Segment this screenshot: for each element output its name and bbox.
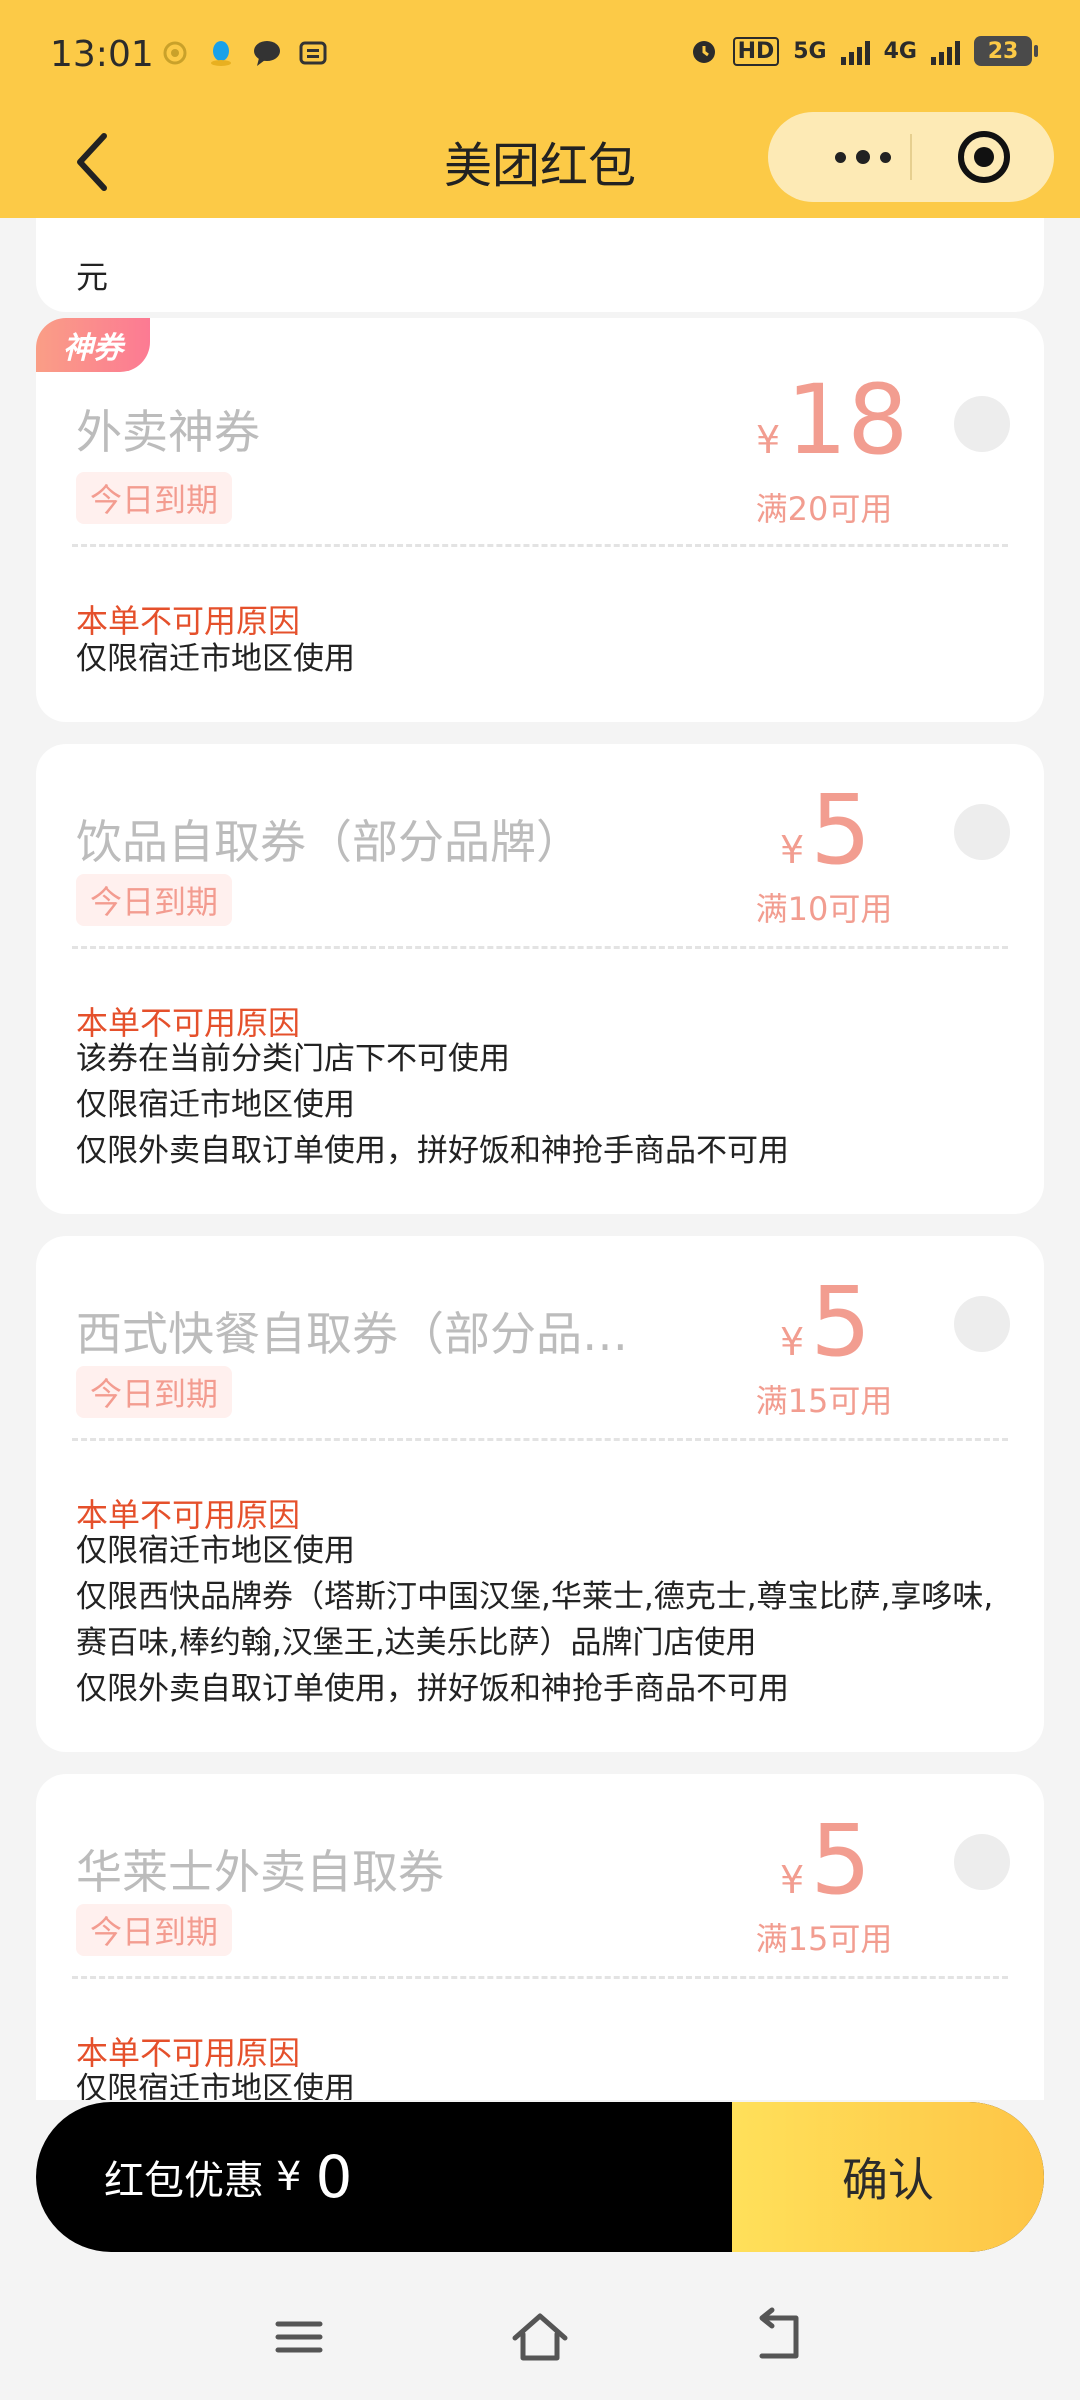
- coupon-condition: 满15可用: [755, 1920, 893, 1958]
- previous-coupon-card: 元: [36, 218, 1044, 312]
- top-bar: 13:01 HD 5G 4G 23 美团红包: [0, 0, 1080, 218]
- coupon-currency: ¥: [780, 828, 805, 872]
- reason-text: 仅限西快品牌券（塔斯汀中国汉堡,华莱士,德克士,尊宝比萨,享哆味,赛百味,棒约翰…: [76, 1579, 994, 1661]
- coupon-expire-badge: 今日到期: [76, 874, 233, 926]
- coupon-title: 饮品自取券（部分品牌）: [76, 815, 582, 869]
- signal-4g-icon: [931, 37, 960, 65]
- back-nav-button[interactable]: [746, 2302, 816, 2372]
- coupon-value: 5: [810, 774, 872, 886]
- coupon-divider: [72, 544, 1008, 547]
- discount-summary: 红包优惠 ¥ 0: [104, 2102, 352, 2252]
- network-4g-label: 4G: [883, 38, 917, 64]
- reason-text: 仅限宿迁市地区使用: [76, 2071, 355, 2100]
- reason-text: 该券在当前分类门店下不可使用: [76, 1041, 510, 1077]
- coupon-condition: 满10可用: [755, 890, 893, 928]
- coupon-divider: [72, 1976, 1008, 1979]
- more-button[interactable]: [808, 112, 918, 202]
- reason-text: 仅限外卖自取订单使用，拼好饭和神抢手商品不可用: [76, 1133, 789, 1169]
- reason-text: 仅限宿迁市地区使用: [76, 641, 355, 677]
- signal-5g-icon: [840, 37, 870, 65]
- bottom-bar: 红包优惠 ¥ 0 确认: [36, 2102, 1044, 2252]
- capsule-divider: [910, 134, 912, 180]
- alarm-icon: [689, 36, 719, 66]
- network-5g-label: 5G: [793, 38, 827, 64]
- coupon-select-radio[interactable]: [954, 1834, 1010, 1890]
- coupon-card[interactable]: 神券 外卖神券 今日到期 ¥ 18 满20可用 本单不可用原因 仅限宿迁市地区使…: [36, 318, 1044, 722]
- coupon-expire-badge: 今日到期: [76, 472, 233, 524]
- coupon-value: 5: [810, 1804, 872, 1916]
- reason-text: 仅限外卖自取订单使用，拼好饭和神抢手商品不可用: [76, 1671, 789, 1707]
- status-right: HD 5G 4G 23: [689, 36, 1038, 66]
- coupon-list[interactable]: 元 神券 外卖神券 今日到期 ¥ 18 满20可用 本单不可用原因 仅限宿迁市地…: [0, 218, 1080, 2100]
- reason-text: 仅限宿迁市地区使用: [76, 1087, 355, 1123]
- coupon-divider: [72, 1438, 1008, 1441]
- target-close-icon: [958, 131, 1010, 183]
- status-bar: 13:01 HD 5G 4G 23: [0, 0, 1080, 112]
- coupon-expire-badge: 今日到期: [76, 1366, 233, 1418]
- coupon-tag: 神券: [36, 318, 150, 372]
- message-icon: [252, 38, 282, 68]
- system-nav-bar: [0, 2272, 1080, 2400]
- dot-icon: [880, 151, 891, 163]
- notification-icons: [160, 38, 328, 68]
- coupon-amount: ¥ 5: [780, 1274, 871, 1370]
- menu-button[interactable]: [264, 2302, 334, 2372]
- nav-bar: 美团红包: [0, 112, 1080, 218]
- wallet-icon: [298, 38, 328, 68]
- coupon-title: 西式快餐自取券（部分品…: [76, 1307, 628, 1361]
- coupon-value: 18: [786, 364, 909, 476]
- home-icon: [512, 2313, 568, 2361]
- hd-indicator: HD: [732, 36, 780, 66]
- dot-icon: [856, 150, 870, 164]
- coupon-amount: ¥ 5: [780, 782, 871, 878]
- menu-icon: [275, 2321, 323, 2353]
- coupon-card[interactable]: 西式快餐自取券（部分品… 今日到期 ¥ 5 满15可用 本单不可用原因 仅限宿迁…: [36, 1236, 1044, 1752]
- coupon-value: 5: [810, 1266, 872, 1378]
- screen: 13:01 HD 5G 4G 23 美团红包 元 神券 外卖神券 今日到期 ¥ …: [0, 0, 1080, 2400]
- coupon-currency: ¥: [756, 418, 781, 462]
- previous-card-text: 元: [76, 258, 109, 296]
- coupon-card[interactable]: 华莱士外卖自取券 今日到期 ¥ 5 满15可用 本单不可用原因 仅限宿迁市地区使…: [36, 1774, 1044, 2100]
- coupon-expire-badge: 今日到期: [76, 1904, 233, 1956]
- coupon-condition: 满20可用: [755, 490, 893, 528]
- close-mini-program-button[interactable]: [956, 129, 1012, 185]
- app-notification-icon: [160, 38, 190, 68]
- battery-icon: 23: [974, 36, 1038, 66]
- discount-currency: ¥: [276, 2154, 302, 2200]
- mini-program-capsule: [768, 112, 1054, 202]
- home-button[interactable]: [505, 2302, 575, 2372]
- coupon-currency: ¥: [780, 1320, 805, 1364]
- coupon-title: 华莱士外卖自取券: [76, 1845, 444, 1899]
- coupon-card[interactable]: 饮品自取券（部分品牌） 今日到期 ¥ 5 满10可用 本单不可用原因 该券在当前…: [36, 744, 1044, 1214]
- reason-text: 仅限宿迁市地区使用: [76, 1533, 355, 1569]
- coupon-divider: [72, 946, 1008, 949]
- qq-icon: [206, 38, 236, 68]
- coupon-condition: 满15可用: [755, 1382, 893, 1420]
- coupon-currency: ¥: [780, 1858, 805, 1902]
- discount-label: 红包优惠: [104, 2158, 264, 2204]
- coupon-select-radio[interactable]: [954, 396, 1010, 452]
- coupon-select-radio[interactable]: [954, 1296, 1010, 1352]
- status-time: 13:01: [50, 34, 154, 75]
- coupon-amount: ¥ 18: [756, 372, 908, 468]
- discount-amount: 0: [315, 2143, 353, 2211]
- coupon-amount: ¥ 5: [780, 1812, 871, 1908]
- back-arrow-icon: [759, 2307, 799, 2359]
- coupon-title: 外卖神券: [76, 405, 260, 459]
- confirm-button[interactable]: 确认: [732, 2102, 1044, 2252]
- dot-icon: [835, 151, 846, 163]
- coupon-select-radio[interactable]: [954, 804, 1010, 860]
